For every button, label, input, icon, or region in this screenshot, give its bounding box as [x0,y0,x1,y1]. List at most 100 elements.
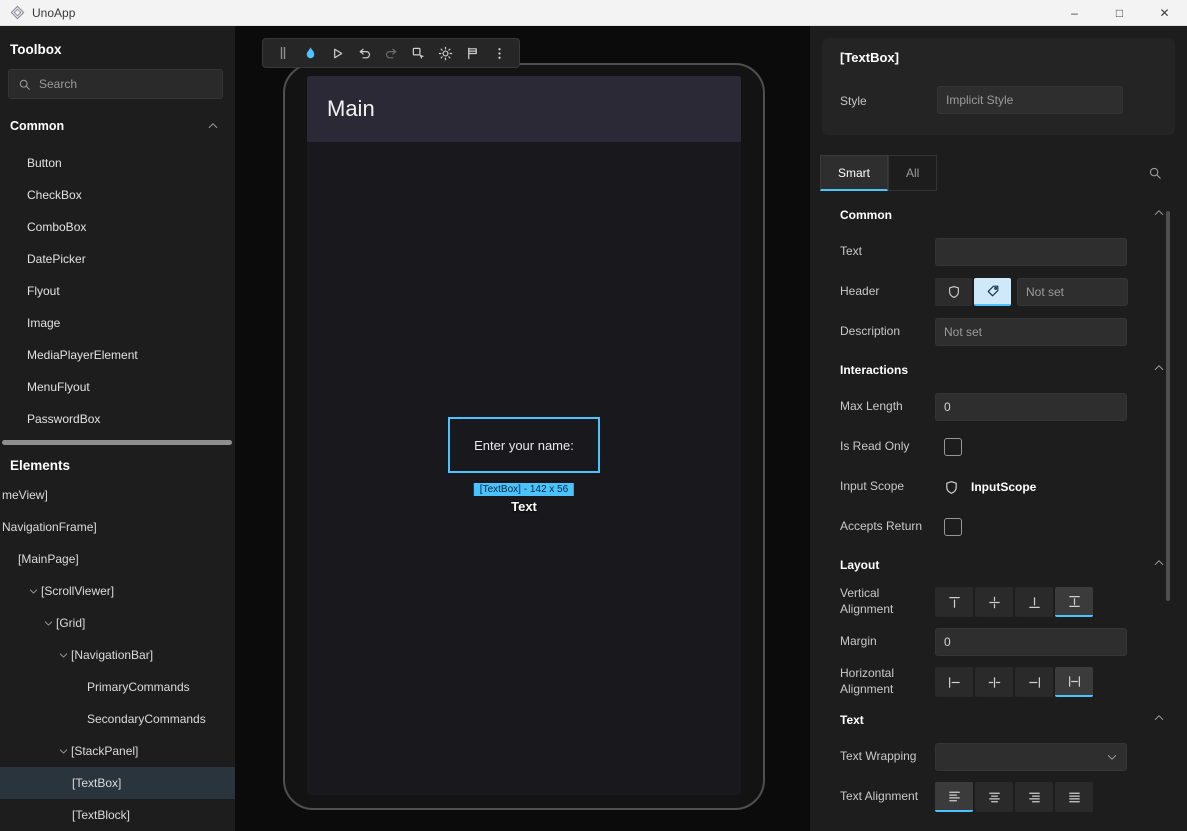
valign-center-button[interactable] [975,587,1013,617]
toolbox-item-combobox[interactable]: ComboBox [0,211,235,243]
scrollbar-thumb[interactable] [2,440,232,445]
description-label: Description [840,324,935,340]
search-input[interactable] [39,77,213,91]
section-layout[interactable]: Layout [810,547,1187,582]
chevron-down-icon[interactable] [26,586,41,597]
valign-stretch-button[interactable] [1055,587,1093,617]
margin-input[interactable] [935,628,1127,656]
input-scope-label: Input Scope [840,479,935,495]
description-input[interactable] [935,318,1127,346]
input-scope-value[interactable]: InputScope [971,480,1036,494]
literal-tag-toggle[interactable] [974,278,1011,306]
row-description: Description [810,312,1187,352]
text-align-center-button[interactable] [975,782,1013,812]
text-align-right-button[interactable] [1015,782,1053,812]
chevron-up-icon[interactable] [1153,712,1165,727]
toolbox-search[interactable] [8,69,223,99]
tree-item-textblock[interactable]: [TextBlock] [0,799,235,831]
chevron-up-icon[interactable] [207,120,219,132]
tree-item-label: [NavigationBar] [71,648,153,662]
toolbox-item-image[interactable]: Image [0,307,235,339]
tree-item-frameview[interactable]: meView] [0,479,235,511]
text-wrapping-label: Text Wrapping [840,749,935,765]
max-length-input[interactable] [935,393,1127,421]
text-align-left-button[interactable] [935,782,973,812]
toolbox-item-datepicker[interactable]: DatePicker [0,243,235,275]
halign-left-button[interactable] [935,667,973,697]
app-preview-screen[interactable]: Main Enter your name: [TextBox] - 142 x … [307,76,741,795]
undo-button[interactable] [353,42,375,64]
properties-vertical-scrollbar[interactable] [1166,211,1170,601]
tree-item-label: NavigationFrame] [2,520,97,534]
tree-item-primarycommands[interactable]: PrimaryCommands [0,671,235,703]
selected-textbox-element[interactable]: Enter your name: [448,417,600,473]
header-input[interactable] [1017,278,1128,306]
search-properties-icon[interactable] [1145,163,1165,183]
section-common[interactable]: Common [810,197,1187,232]
toolbox-section-common[interactable]: Common [0,109,235,143]
theme-toggle-button[interactable] [434,42,456,64]
preview-navigation-bar[interactable]: Main [307,76,741,142]
flag-button[interactable] [461,42,483,64]
row-horizontal-alignment: Horizontal Alignment [810,662,1187,702]
tree-item-stackpanel[interactable]: [StackPanel] [0,735,235,767]
accepts-return-checkbox[interactable] [944,518,962,536]
selected-element-card: [TextBox] Style [822,38,1175,135]
play-button[interactable] [326,42,348,64]
is-read-only-checkbox[interactable] [944,438,962,456]
selected-element-title: [TextBox] [840,50,899,65]
toolbox-section-label: Common [10,119,64,133]
halign-stretch-button[interactable] [1055,667,1093,697]
margin-label: Margin [840,634,935,650]
tree-item-secondarycommands[interactable]: SecondaryCommands [0,703,235,735]
tab-all[interactable]: All [888,155,937,191]
vertical-alignment-group [935,587,1093,617]
chevron-up-icon[interactable] [1153,207,1165,222]
tree-item-label: [MainPage] [18,552,79,566]
text-wrapping-select[interactable] [935,743,1127,771]
text-align-justify-button[interactable] [1055,782,1093,812]
tab-smart[interactable]: Smart [820,155,888,191]
toolbox-item-flyout[interactable]: Flyout [0,275,235,307]
tree-item-navigationframe[interactable]: NavigationFrame] [0,511,235,543]
more-options-button[interactable] [488,42,510,64]
chevron-up-icon[interactable] [1153,557,1165,572]
row-input-scope: Input Scope InputScope [810,467,1187,507]
redo-button[interactable] [380,42,402,64]
chevron-down-icon[interactable] [41,618,56,629]
toolbox-item-menuflyout[interactable]: MenuFlyout [0,371,235,403]
toolbox-item-mediaplayerelement[interactable]: MediaPlayerElement [0,339,235,371]
section-interactions[interactable]: Interactions [810,352,1187,387]
search-icon [18,78,31,91]
element-picker-button[interactable] [407,42,429,64]
text-input[interactable] [935,238,1127,266]
tree-item-navigationbar[interactable]: [NavigationBar] [0,639,235,671]
drag-handle-icon[interactable] [272,42,294,64]
tree-item-grid[interactable]: [Grid] [0,607,235,639]
style-input[interactable] [937,86,1123,114]
minimize-button[interactable]: – [1052,0,1097,26]
tree-item-scrollviewer[interactable]: [ScrollViewer] [0,575,235,607]
close-button[interactable]: ✕ [1142,0,1187,26]
valign-top-button[interactable] [935,587,973,617]
maximize-button[interactable]: □ [1097,0,1142,26]
tree-item-mainpage[interactable]: [MainPage] [0,543,235,575]
chevron-up-icon[interactable] [1153,362,1165,377]
preview-body[interactable]: Enter your name: [TextBox] - 142 x 56 Te… [307,142,741,795]
chevron-down-icon[interactable] [56,650,71,661]
halign-center-button[interactable] [975,667,1013,697]
binding-shield-toggle[interactable] [935,278,972,306]
design-canvas[interactable]: Main Enter your name: [TextBox] - 142 x … [235,26,810,831]
valign-bottom-button[interactable] [1015,587,1053,617]
toolbox-item-button[interactable]: Button [0,147,235,179]
hot-reload-flame-icon[interactable] [299,42,321,64]
toolbox-item-checkbox[interactable]: CheckBox [0,179,235,211]
accepts-return-label: Accepts Return [840,519,935,535]
toolbox-horizontal-scrollbar[interactable] [0,439,235,446]
halign-right-button[interactable] [1015,667,1053,697]
toolbox-item-passwordbox[interactable]: PasswordBox [0,403,235,435]
textblock-element[interactable]: Text [511,499,537,514]
section-text[interactable]: Text [810,702,1187,737]
tree-item-textbox[interactable]: [TextBox] [0,767,235,799]
chevron-down-icon[interactable] [56,746,71,757]
